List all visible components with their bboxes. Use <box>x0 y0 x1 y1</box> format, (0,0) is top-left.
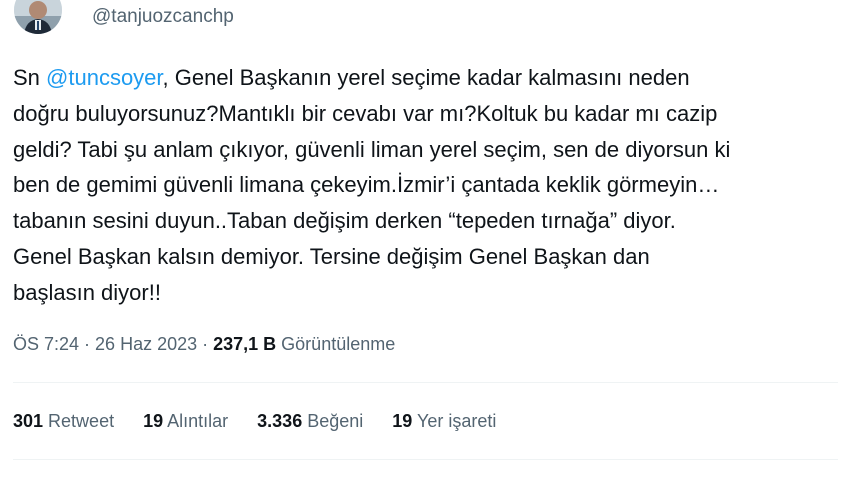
bookmarks-label: Yer işareti <box>412 411 497 431</box>
retweets-stat[interactable]: 301 Retweet <box>13 408 114 434</box>
tweet-text: Sn @tuncsoyer, Genel Başkanın yerel seçi… <box>13 60 838 311</box>
tweet-time[interactable]: ÖS 7:24 <box>13 334 79 354</box>
quotes-count: 19 <box>143 411 164 431</box>
quotes-stat[interactable]: 19 Alıntılar <box>143 408 228 434</box>
bookmarks-stat[interactable]: 19 Yer işareti <box>392 408 496 434</box>
quotes-label: Alıntılar <box>163 411 229 431</box>
likes-stat[interactable]: 3.336 Beğeni <box>257 408 363 434</box>
likes-label: Beğeni <box>302 411 364 431</box>
tweet-meta: ÖS 7:24 · 26 Haz 2023 · 237,1 B Görüntül… <box>13 331 395 357</box>
divider <box>13 382 838 383</box>
views-label: Görüntülenme <box>276 334 396 354</box>
mention-link[interactable]: @tuncsoyer <box>46 65 163 90</box>
divider <box>13 459 838 460</box>
engagement-stats: 301 Retweet 19 Alıntılar 3.336 Beğeni 19… <box>13 408 525 434</box>
tweet-date[interactable]: 26 Haz 2023 <box>95 334 197 354</box>
retweets-label: Retweet <box>43 411 115 431</box>
avatar[interactable] <box>14 0 62 34</box>
likes-count: 3.336 <box>257 411 303 431</box>
retweets-count: 301 <box>13 411 44 431</box>
views-count: 237,1 B <box>213 334 277 354</box>
tweet-detail: @tanjuozcanchp Sn @tuncsoyer, Genel Başk… <box>0 0 850 478</box>
bookmarks-count: 19 <box>392 411 413 431</box>
avatar-image <box>14 0 62 34</box>
meta-separator: · <box>197 334 214 354</box>
author-handle[interactable]: @tanjuozcanchp <box>92 5 234 29</box>
tweet-body: , Genel Başkanın yerel seçime kadar kalm… <box>13 65 731 305</box>
tweet-prefix: Sn <box>13 65 47 90</box>
meta-separator: · <box>79 334 96 354</box>
